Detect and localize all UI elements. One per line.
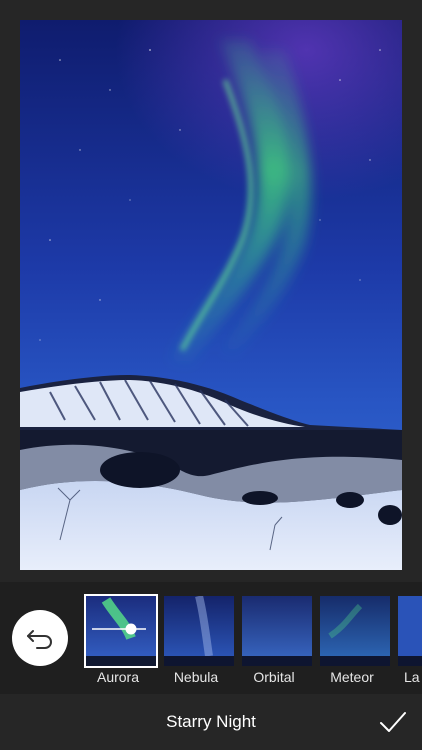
confirm-button[interactable] (378, 708, 408, 736)
filter-thumbnail-aurora[interactable] (86, 596, 156, 666)
undo-arrow-icon (27, 630, 52, 649)
filter-thumbnail-partial[interactable] (398, 596, 422, 666)
bottom-toolbar: Starry Night (0, 694, 422, 750)
checkmark-icon (380, 712, 406, 732)
filter-label-orbital: Orbital (253, 669, 295, 685)
filter-label-nebula: Nebula (173, 669, 219, 685)
intensity-slider-knob[interactable] (125, 623, 137, 635)
filter-thumbnail-nebula[interactable] (164, 596, 234, 666)
photo-preview-area (0, 0, 422, 582)
toolbar-title: Starry Night (166, 712, 256, 731)
filter-label-aurora: Aurora (96, 669, 140, 685)
filter-thumbnail-orbital[interactable] (242, 596, 312, 666)
photo-preview (20, 20, 402, 570)
filter-strip: Aurora Nebula Orbital Meteor La (0, 582, 422, 694)
filter-label-meteor: Meteor (330, 669, 374, 685)
undo-button[interactable] (12, 610, 68, 666)
filter-thumbnail-meteor[interactable] (320, 596, 390, 666)
filter-label-partial: La (404, 669, 420, 685)
